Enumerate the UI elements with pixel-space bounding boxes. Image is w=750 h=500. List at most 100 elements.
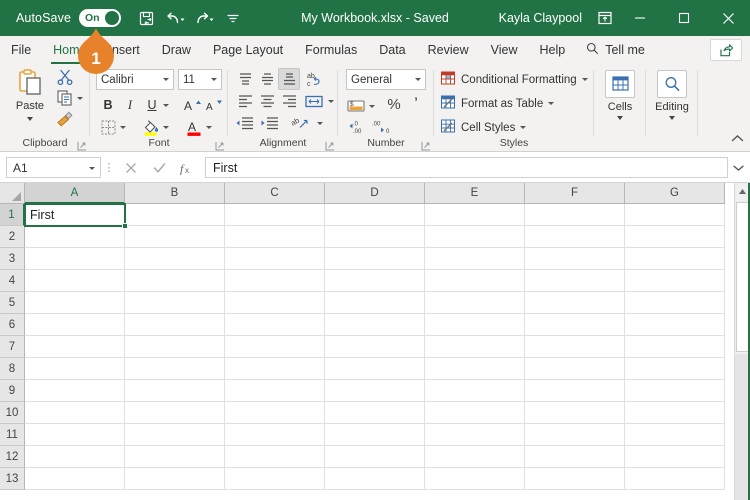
cell-E13[interactable] xyxy=(425,468,525,490)
cell-A8[interactable] xyxy=(25,358,125,380)
format-painter-button[interactable] xyxy=(56,110,74,133)
cell-B4[interactable] xyxy=(125,270,225,292)
cell-D7[interactable] xyxy=(325,336,425,358)
clipboard-dialog-launcher[interactable] xyxy=(77,138,87,151)
bottom-align-button[interactable] xyxy=(278,68,300,90)
grow-font-button[interactable]: A xyxy=(182,94,204,116)
cell-C7[interactable] xyxy=(225,336,325,358)
row-header-11[interactable]: 11 xyxy=(0,424,25,446)
bold-button[interactable]: B xyxy=(97,94,119,116)
cell-G4[interactable] xyxy=(625,270,725,292)
cell-B3[interactable] xyxy=(125,248,225,270)
cell-B6[interactable] xyxy=(125,314,225,336)
underline-dropdown-arrow[interactable] xyxy=(160,94,172,116)
ribbon-display-options-icon[interactable] xyxy=(594,8,616,28)
row-header-8[interactable]: 8 xyxy=(0,358,25,380)
cell-F7[interactable] xyxy=(525,336,625,358)
cell-F13[interactable] xyxy=(525,468,625,490)
row-header-13[interactable]: 13 xyxy=(0,468,25,490)
cell-F3[interactable] xyxy=(525,248,625,270)
cell-C12[interactable] xyxy=(225,446,325,468)
font-name-combo[interactable]: Calibri xyxy=(96,69,174,90)
cut-button[interactable] xyxy=(56,68,74,91)
number-format-dropdown-arrow[interactable] xyxy=(411,78,425,81)
cell-F11[interactable] xyxy=(525,424,625,446)
insert-function-icon[interactable]: f x xyxy=(173,157,201,178)
format-as-table-button[interactable]: Format as Table xyxy=(440,94,555,113)
cell-D6[interactable] xyxy=(325,314,425,336)
editing-dropdown-arrow[interactable] xyxy=(669,116,675,120)
column-header-b[interactable]: B xyxy=(125,183,225,204)
cell-C10[interactable] xyxy=(225,402,325,424)
row-header-4[interactable]: 4 xyxy=(0,270,25,292)
fill-color-dropdown-arrow[interactable] xyxy=(160,116,172,138)
font-size-dropdown-arrow[interactable] xyxy=(207,78,221,81)
increase-decimal-button[interactable]: .0 .00 xyxy=(344,116,368,138)
cell-B1[interactable] xyxy=(125,204,225,226)
conditional-formatting-dropdown-arrow[interactable] xyxy=(581,78,588,81)
share-icon[interactable] xyxy=(710,39,742,61)
cell-G8[interactable] xyxy=(625,358,725,380)
cell-E12[interactable] xyxy=(425,446,525,468)
tab-view[interactable]: View xyxy=(480,36,529,64)
cell-A12[interactable] xyxy=(25,446,125,468)
cell-C1[interactable] xyxy=(225,204,325,226)
font-color-dropdown-arrow[interactable] xyxy=(203,116,215,138)
cell-E8[interactable] xyxy=(425,358,525,380)
center-button[interactable] xyxy=(256,90,278,112)
cell-E10[interactable] xyxy=(425,402,525,424)
cell-styles-dropdown-arrow[interactable] xyxy=(520,126,527,129)
redo-icon[interactable] xyxy=(191,5,217,31)
cell-E6[interactable] xyxy=(425,314,525,336)
font-name-dropdown-arrow[interactable] xyxy=(159,78,173,81)
cell-B8[interactable] xyxy=(125,358,225,380)
cell-G6[interactable] xyxy=(625,314,725,336)
cell-A7[interactable] xyxy=(25,336,125,358)
cell-B5[interactable] xyxy=(125,292,225,314)
cell-C5[interactable] xyxy=(225,292,325,314)
italic-button[interactable]: I xyxy=(119,94,141,116)
cell-A2[interactable] xyxy=(25,226,125,248)
select-all-corner[interactable] xyxy=(0,183,25,204)
alignment-dialog-launcher[interactable] xyxy=(325,138,335,151)
close-icon[interactable] xyxy=(706,0,750,36)
cell-B10[interactable] xyxy=(125,402,225,424)
tab-insert[interactable]: Insert xyxy=(98,36,151,64)
tab-file[interactable]: File xyxy=(0,36,42,64)
cell-G5[interactable] xyxy=(625,292,725,314)
cell-F8[interactable] xyxy=(525,358,625,380)
collapse-ribbon-button[interactable] xyxy=(731,134,744,146)
cell-E5[interactable] xyxy=(425,292,525,314)
conditional-formatting-button[interactable]: Conditional Formatting xyxy=(440,70,588,89)
cell-D1[interactable] xyxy=(325,204,425,226)
cell-F10[interactable] xyxy=(525,402,625,424)
formula-input[interactable]: First xyxy=(205,157,728,178)
row-header-9[interactable]: 9 xyxy=(0,380,25,402)
tab-help[interactable]: Help xyxy=(529,36,577,64)
row-header-5[interactable]: 5 xyxy=(0,292,25,314)
cell-C8[interactable] xyxy=(225,358,325,380)
fill-color-button[interactable] xyxy=(140,116,162,138)
cell-C3[interactable] xyxy=(225,248,325,270)
tab-draw[interactable]: Draw xyxy=(151,36,202,64)
cell-D10[interactable] xyxy=(325,402,425,424)
row-header-10[interactable]: 10 xyxy=(0,402,25,424)
row-header-12[interactable]: 12 xyxy=(0,446,25,468)
cell-G10[interactable] xyxy=(625,402,725,424)
cell-B7[interactable] xyxy=(125,336,225,358)
tab-data[interactable]: Data xyxy=(368,36,416,64)
cell-G3[interactable] xyxy=(625,248,725,270)
shrink-font-button[interactable]: A xyxy=(203,94,225,116)
save-icon[interactable] xyxy=(133,5,159,31)
cell-B11[interactable] xyxy=(125,424,225,446)
cell-E3[interactable] xyxy=(425,248,525,270)
cell-B13[interactable] xyxy=(125,468,225,490)
cell-F6[interactable] xyxy=(525,314,625,336)
borders-dropdown-arrow[interactable] xyxy=(117,116,129,138)
top-align-button[interactable] xyxy=(234,68,256,90)
align-left-button[interactable] xyxy=(234,90,256,112)
minimize-icon[interactable] xyxy=(618,0,662,36)
editing-button[interactable]: Editing xyxy=(650,70,694,120)
account-name[interactable]: Kayla Claypool xyxy=(499,11,582,25)
row-header-2[interactable]: 2 xyxy=(0,226,25,248)
